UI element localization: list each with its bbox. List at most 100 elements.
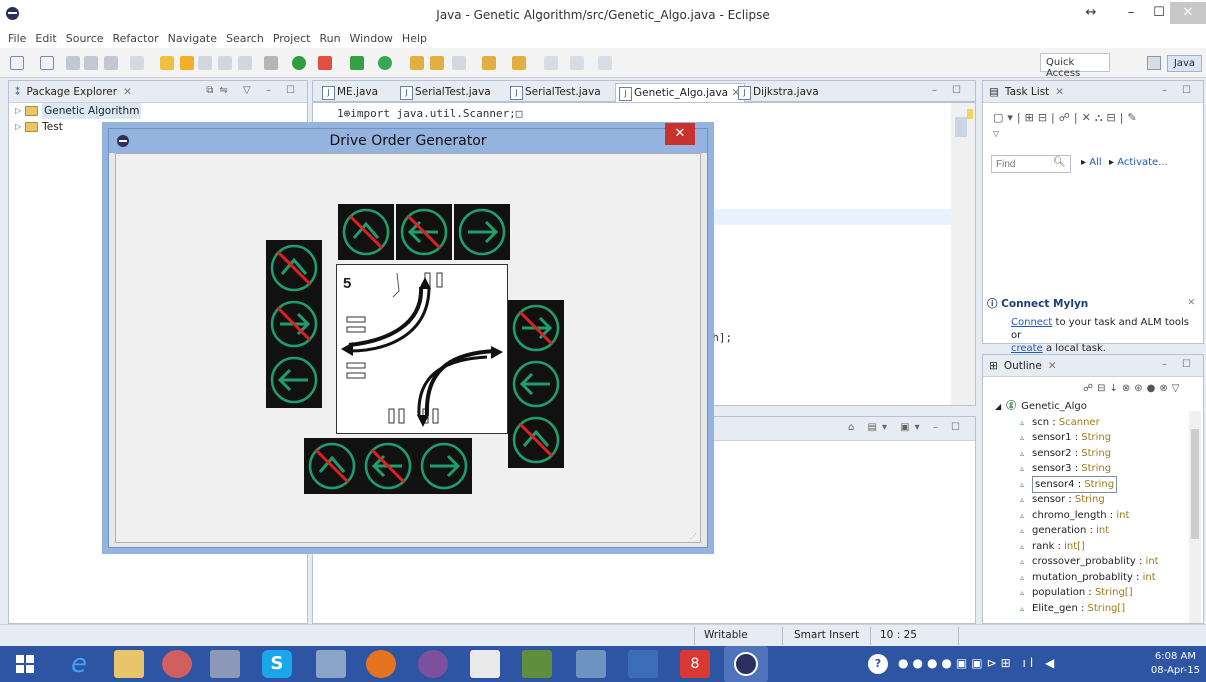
view-controls[interactable]: – ☐ [1162, 359, 1197, 370]
app-icon[interactable] [576, 650, 606, 678]
outline-field-row[interactable]: ▵ Elite_gen : String[] [995, 601, 1189, 617]
new-project-icon[interactable] [40, 56, 54, 70]
network-icon[interactable] [522, 650, 552, 678]
system-tray-icons[interactable]: ●●●●▣▣⊳⊞ ıl ◀ [898, 656, 1058, 670]
create-link[interactable]: create [1011, 343, 1043, 354]
menu-window[interactable]: Window [350, 30, 393, 48]
outline-field-row[interactable]: ▵ sensor3 : String [995, 461, 1189, 477]
expand-icon[interactable]: ▷ [15, 119, 21, 135]
tab-genetic-algo-java[interactable]: Genetic_Algo.java ✕ [615, 83, 746, 103]
scrollbar-thumb[interactable] [1191, 429, 1199, 539]
close-view-icon[interactable]: ✕ [123, 86, 132, 98]
save-icon[interactable] [66, 56, 80, 70]
app-icon-3[interactable]: 8 [680, 650, 710, 678]
back-icon[interactable] [544, 56, 558, 70]
menu-edit[interactable]: Edit [35, 30, 56, 48]
search-icon[interactable]: 🔍︎ [1053, 157, 1066, 168]
annotation-prev-icon[interactable] [512, 56, 526, 70]
edit-icon[interactable] [452, 56, 466, 70]
new-java-project-icon[interactable] [350, 56, 364, 70]
windows-start-icon[interactable] [10, 650, 40, 678]
resize-grip-icon[interactable]: ⋰ [690, 532, 698, 540]
menu-search[interactable]: Search [226, 30, 264, 48]
activate-link[interactable]: ▸ Activate... [1109, 157, 1168, 168]
task-list-toolbar[interactable]: ▢▾|⊞⊟|☍|✕⛬⊟|✎ [993, 111, 1141, 125]
editor-overview-ruler[interactable] [951, 103, 975, 405]
outline-field-row[interactable]: ▵ rank : int[] [995, 539, 1189, 555]
outline-field-row[interactable]: ▵ sensor2 : String [995, 446, 1189, 462]
tree-item-genetic-algorithm[interactable]: ▷ Genetic Algorithm [9, 103, 307, 119]
taskbar-clock[interactable]: 6:08 AM 08-Apr-15 [1151, 650, 1200, 678]
skype-icon[interactable]: S [262, 650, 292, 678]
debug-icon[interactable] [264, 56, 278, 70]
menu-navigate[interactable]: Navigate [168, 30, 217, 48]
outline-field-row[interactable]: ▵ generation : int [995, 523, 1189, 539]
menu-file[interactable]: File [8, 30, 26, 48]
print-icon[interactable] [104, 56, 118, 70]
outline-field-row[interactable]: ▵ mutation_probablity : int [995, 570, 1189, 586]
whitespace-icon[interactable] [238, 56, 252, 70]
outline-field-row[interactable]: ▵ scn : Scanner [995, 415, 1189, 431]
connect-link[interactable]: Connect [1011, 317, 1052, 328]
file-explorer-icon[interactable] [114, 650, 144, 678]
firefox-icon[interactable] [366, 650, 396, 678]
calculator-icon[interactable] [316, 650, 346, 678]
collapse-icon[interactable]: ◢ [995, 399, 1001, 415]
view-controls[interactable]: – ☐ [1162, 85, 1197, 96]
outline-field-row[interactable]: ▵ crossover_probablity : int [995, 554, 1189, 570]
paint-icon[interactable] [162, 650, 192, 678]
outline-scrollbar[interactable] [1189, 411, 1201, 623]
dialog-close-button[interactable]: ✕ [665, 123, 695, 145]
outline-field-row[interactable]: ▵ sensor4 : String [995, 475, 1189, 493]
vnc-icon[interactable] [470, 650, 500, 678]
block-select-icon[interactable] [218, 56, 232, 70]
close-view-icon[interactable]: ✕ [1055, 86, 1064, 98]
highlight-icon[interactable] [180, 56, 194, 70]
restore-arrows-button[interactable]: ↔ [1073, 2, 1109, 24]
outline-title[interactable]: Outline [1004, 360, 1042, 372]
annotation-next-icon[interactable] [482, 56, 496, 70]
outline-field-row[interactable]: ▵ sensor1 : String [995, 430, 1189, 446]
save-all-icon[interactable] [84, 56, 98, 70]
media-icon[interactable] [210, 650, 240, 678]
editor-view-controls[interactable]: – ☐ [932, 85, 967, 96]
view-controls[interactable]: ⧉⇋ ▽ – ☐ [206, 85, 301, 96]
outline-toolbar[interactable]: ☍⊟↓⊗⊛●⊗▽ [1083, 383, 1183, 394]
close-view-icon[interactable]: ✕ [1048, 360, 1057, 372]
open-folder-icon[interactable] [410, 56, 424, 70]
outline-field-row[interactable]: ▵ sensor : String [995, 492, 1189, 508]
external-tools-icon[interactable] [318, 56, 332, 70]
new-icon[interactable] [10, 56, 24, 70]
open-file-icon[interactable] [430, 56, 444, 70]
forward-icon[interactable] [570, 56, 584, 70]
viber-icon[interactable] [418, 650, 448, 678]
tab-dijkstra-java[interactable]: Dijkstra.java [735, 83, 819, 103]
outline-field-row[interactable]: ▵ chromo_length : int [995, 508, 1189, 524]
toggle-icon[interactable] [130, 56, 144, 70]
pin-icon[interactable] [198, 56, 212, 70]
menu-run[interactable]: Run [319, 30, 340, 48]
close-view-icon[interactable]: ✕ [1187, 298, 1195, 308]
internet-explorer-icon[interactable]: e [64, 650, 94, 678]
task-list-dropdown-icon[interactable]: ▽ [993, 129, 999, 138]
close-button[interactable]: ✕ [1170, 2, 1206, 24]
scrollbar-thumb[interactable] [955, 117, 967, 137]
app-icon-2[interactable] [628, 650, 658, 678]
open-perspective-icon[interactable] [1146, 56, 1161, 70]
package-explorer-title[interactable]: Package Explorer [27, 86, 118, 98]
eclipse-taskbar-icon[interactable] [724, 646, 768, 682]
outline-field-row[interactable]: ▵ population : String[] [995, 585, 1189, 601]
filter-all-link[interactable]: ▸ All [1081, 157, 1102, 168]
menu-refactor[interactable]: Refactor [113, 30, 159, 48]
quick-access-input[interactable]: Quick Access [1040, 53, 1110, 79]
outline-class-row[interactable]: ◢ ⓖ Genetic_Algo [995, 399, 1189, 415]
tab-me-java[interactable]: ME.java [319, 83, 378, 103]
tab-serialtest-java[interactable]: SerialTest.java [397, 83, 491, 103]
task-list-title[interactable]: Task List [1005, 86, 1049, 98]
next-icon[interactable] [598, 56, 612, 70]
menu-help[interactable]: Help [402, 30, 427, 48]
menu-project[interactable]: Project [273, 30, 311, 48]
open-type-icon[interactable] [160, 56, 174, 70]
new-class-icon[interactable] [378, 56, 392, 70]
menu-source[interactable]: Source [66, 30, 104, 48]
